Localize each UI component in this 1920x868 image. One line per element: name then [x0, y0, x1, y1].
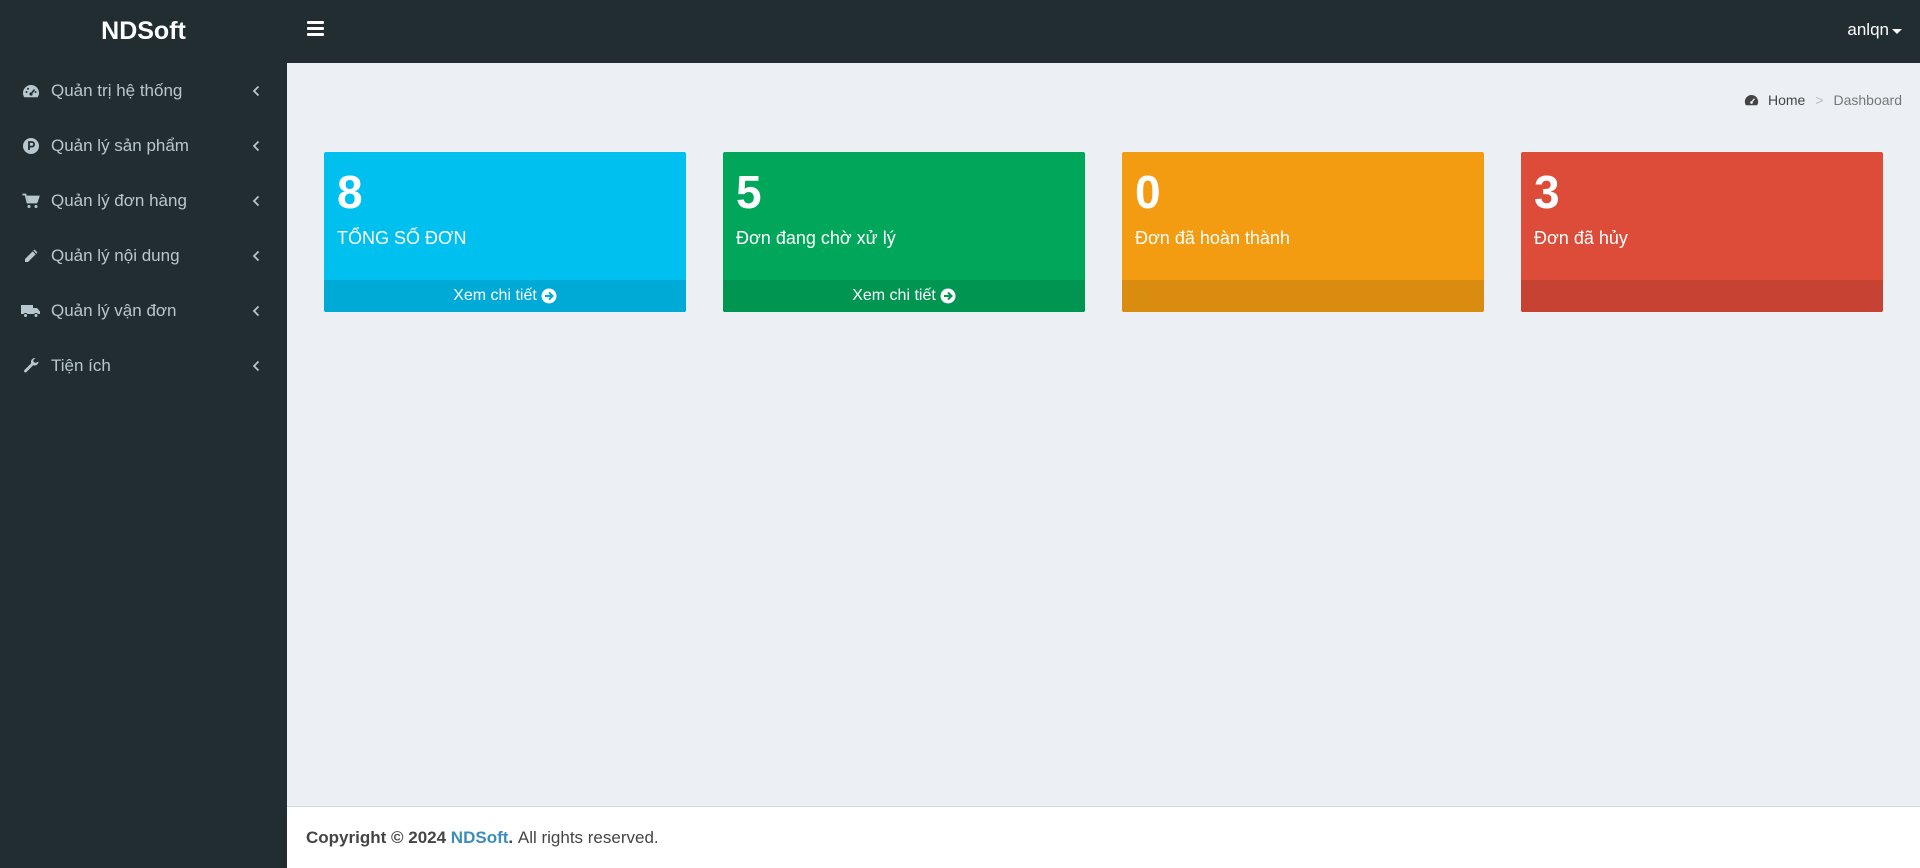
username: anlqn: [1847, 20, 1889, 39]
user-menu-dropdown[interactable]: anlqn: [1847, 20, 1902, 40]
arrow-circle-right-icon: [940, 288, 956, 304]
chevron-left-icon: [249, 359, 263, 373]
sidebar-item-utilities[interactable]: Tiện ích: [0, 338, 287, 393]
sidebar: NDSoft Quản trị hệ thống Quản lý sản phẩ…: [0, 0, 287, 868]
stat-number: 8: [337, 166, 363, 218]
sidebar-menu: Quản trị hệ thống Quản lý sản phẩm Quản …: [0, 63, 287, 393]
stat-box-total-orders: 8 TỔNG SỐ ĐƠN Xem chi tiết: [324, 152, 686, 312]
menu-toggle-icon[interactable]: [307, 21, 324, 39]
sidebar-item-label: Quản lý nội dung: [51, 245, 180, 265]
stat-box-footer: [1122, 280, 1484, 312]
caret-down-icon: [1892, 28, 1902, 34]
copyright-text: Copyright © 2024: [306, 827, 447, 847]
chevron-left-icon: [249, 304, 263, 318]
chevron-left-icon: [249, 84, 263, 98]
sidebar-item-content[interactable]: Quản lý nội dung: [0, 228, 287, 283]
chevron-left-icon: [249, 194, 263, 208]
stat-boxes: 8 TỔNG SỐ ĐƠN Xem chi tiết 5 Đơn đang ch…: [324, 152, 1884, 312]
stat-box-completed-orders: 0 Đơn đã hoàn thành: [1122, 152, 1484, 312]
page-footer: Copyright © 2024 NDSoft. All rights rese…: [287, 806, 1920, 868]
stat-box-body: 0 Đơn đã hoàn thành: [1122, 152, 1484, 280]
breadcrumb-separator: >: [1815, 92, 1824, 108]
stat-label: Đơn đã hoàn thành: [1135, 228, 1290, 248]
stat-label: TỔNG SỐ ĐƠN: [337, 228, 467, 248]
stat-box-pending-orders: 5 Đơn đang chờ xử lý Xem chi tiết: [723, 152, 1085, 312]
sidebar-item-label: Quản trị hệ thống: [51, 80, 183, 100]
stat-box-cancelled-orders: 3 Đơn đã hủy: [1521, 152, 1883, 312]
sidebar-item-label: Tiện ích: [51, 355, 111, 375]
stat-box-body: 3 Đơn đã hủy: [1521, 152, 1883, 280]
stat-box-body: 8 TỔNG SỐ ĐƠN: [324, 152, 686, 280]
main-content: Home > Dashboard 8 TỔNG SỐ ĐƠN Xem chi t…: [287, 63, 1920, 806]
stat-label: Đơn đang chờ xử lý: [736, 228, 896, 248]
stat-number: 0: [1135, 166, 1161, 218]
sidebar-item-label: Quản lý đơn hàng: [51, 190, 187, 210]
sidebar-item-label: Quản lý sản phẩm: [51, 135, 189, 155]
stat-box-body: 5 Đơn đang chờ xử lý: [723, 152, 1085, 280]
stat-number: 5: [736, 166, 762, 218]
dashboard-gauge-icon: [21, 81, 41, 101]
view-details-label: Xem chi tiết: [453, 287, 537, 304]
stat-box-footer: [1521, 280, 1883, 312]
sidebar-item-shipping[interactable]: Quản lý vận đơn: [0, 283, 287, 338]
breadcrumb-home-link[interactable]: Home: [1768, 92, 1805, 108]
rights-text: All rights reserved.: [513, 827, 659, 847]
breadcrumb: Home > Dashboard: [1744, 92, 1902, 108]
chevron-left-icon: [249, 139, 263, 153]
top-navbar: anlqn: [287, 0, 1920, 63]
view-details-link[interactable]: Xem chi tiết: [324, 280, 686, 312]
view-details-link[interactable]: Xem chi tiết: [723, 280, 1085, 312]
app-logo[interactable]: NDSoft: [0, 0, 287, 63]
pencil-icon: [21, 246, 41, 266]
shopping-cart-icon: [21, 191, 41, 211]
stat-label: Đơn đã hủy: [1534, 228, 1628, 248]
sidebar-item-system-admin[interactable]: Quản trị hệ thống: [0, 63, 287, 118]
sidebar-item-label: Quản lý vận đơn: [51, 300, 177, 320]
wrench-icon: [21, 356, 41, 376]
dashboard-gauge-icon: [1744, 93, 1760, 107]
sidebar-item-products[interactable]: Quản lý sản phẩm: [0, 118, 287, 173]
breadcrumb-current: Dashboard: [1833, 92, 1903, 108]
arrow-circle-right-icon: [541, 288, 557, 304]
sidebar-item-orders[interactable]: Quản lý đơn hàng: [0, 173, 287, 228]
product-p-circle-icon: [21, 136, 41, 156]
footer-brand-link[interactable]: NDSoft: [451, 828, 509, 848]
chevron-left-icon: [249, 249, 263, 263]
view-details-label: Xem chi tiết: [852, 287, 936, 304]
truck-icon: [21, 301, 41, 321]
stat-number: 3: [1534, 166, 1560, 218]
